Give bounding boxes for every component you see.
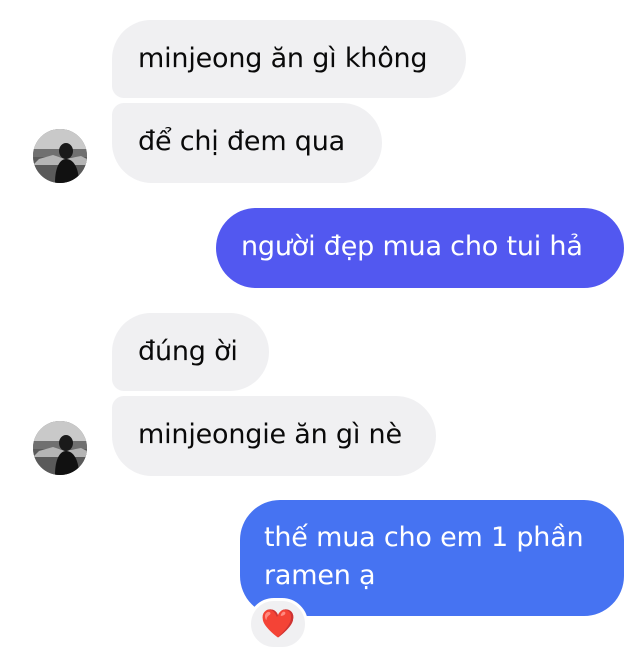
incoming-message-bubble[interactable]: minjeongie ăn gì nè	[112, 396, 436, 476]
heart-reaction-icon[interactable]: ❤️	[248, 598, 308, 650]
incoming-message-bubble[interactable]: minjeong ăn gì không	[112, 20, 466, 98]
contact-avatar-icon[interactable]	[33, 421, 87, 475]
avatar-photo	[33, 421, 87, 475]
message-text-line: thế mua cho em 1 phần	[264, 522, 584, 553]
incoming-message-bubble[interactable]: đúng ời	[112, 313, 269, 391]
reaction-emoji: ❤️	[260, 607, 296, 640]
message-text: minjeongie ăn gì nè	[138, 419, 402, 450]
message-text: người đẹp mua cho tui hả	[241, 231, 583, 262]
message-text: minjeong ăn gì không	[138, 43, 428, 74]
avatar-photo	[33, 129, 87, 183]
outgoing-message-bubble[interactable]: thế mua cho em 1 phần ramen ạ	[240, 500, 624, 616]
outgoing-message-bubble[interactable]: người đẹp mua cho tui hả	[216, 208, 624, 288]
incoming-message-bubble[interactable]: để chị đem qua	[112, 103, 382, 183]
message-text-line: ramen ạ	[264, 560, 376, 591]
message-text: đúng ời	[138, 336, 238, 367]
message-text: để chị đem qua	[138, 126, 346, 157]
contact-avatar-icon[interactable]	[33, 129, 87, 183]
